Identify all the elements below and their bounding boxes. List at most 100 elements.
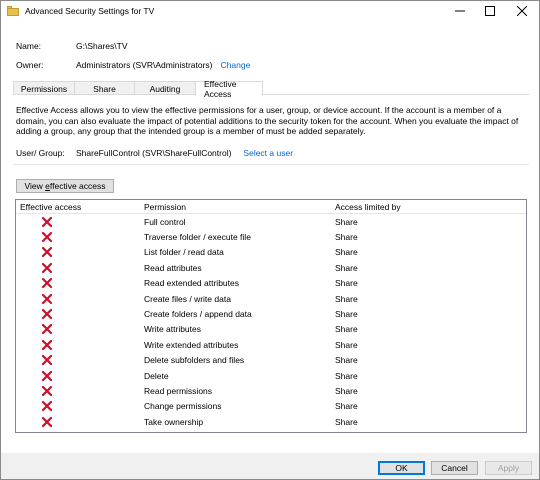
table-row[interactable]: Full control Share: [16, 214, 526, 229]
permission-cell: Take ownership: [144, 416, 204, 427]
effective-access-cell: [16, 416, 144, 427]
deny-x-icon: [42, 339, 52, 350]
effective-access-list[interactable]: Effective access Permission Access limit…: [15, 199, 527, 433]
permission-cell: Read attributes: [144, 262, 202, 273]
deny-x-icon: [42, 309, 52, 320]
user-group-label: User/ Group:: [16, 148, 65, 158]
cancel-button[interactable]: Cancel: [431, 461, 478, 475]
user-group-value: ShareFullControl (SVR\ShareFullControl): [76, 148, 232, 158]
select-user-link[interactable]: Select a user: [243, 148, 293, 158]
permission-cell: Delete subfolders and files: [144, 355, 245, 366]
tab-permissions[interactable]: Permissions: [13, 81, 75, 95]
effective-access-cell: [16, 278, 144, 289]
access-limited-by-cell: Share: [335, 278, 358, 289]
effective-access-cell: [16, 232, 144, 243]
access-limited-by-cell: Share: [335, 216, 358, 227]
deny-x-icon: [42, 401, 52, 412]
name-value: G:\Shares\TV: [76, 41, 128, 51]
permission-cell: Delete: [144, 370, 169, 381]
access-limited-by-cell: Share: [335, 262, 358, 273]
column-header-effective-access[interactable]: Effective access: [16, 202, 144, 212]
permission-cell: Create files / write data: [144, 293, 231, 304]
effective-access-cell: [16, 324, 144, 335]
effective-access-cell: [16, 247, 144, 258]
name-row: Name: G:\Shares\TV: [16, 39, 128, 53]
effective-access-cell: [16, 309, 144, 320]
table-row[interactable]: Take ownership Share: [16, 414, 526, 429]
effective-access-cell: [16, 401, 144, 412]
permission-cell: Create folders / append data: [144, 309, 252, 320]
table-row[interactable]: Read attributes Share: [16, 260, 526, 275]
permission-cell: Read extended attributes: [144, 278, 239, 289]
deny-x-icon: [42, 370, 52, 381]
effective-access-cell: [16, 370, 144, 381]
deny-x-icon: [42, 385, 52, 396]
effective-access-cell: [16, 216, 144, 227]
list-rows: Full control Share Traverse folder / execu…: [16, 214, 526, 429]
minimize-icon[interactable]: [445, 1, 475, 21]
access-limited-by-cell: Share: [335, 247, 358, 258]
deny-x-icon: [42, 416, 52, 427]
deny-x-icon: [42, 262, 52, 273]
table-row[interactable]: Change permissions Share: [16, 399, 526, 414]
maximize-icon[interactable]: [475, 1, 505, 21]
table-row[interactable]: Delete Share: [16, 368, 526, 383]
table-row[interactable]: List folder / read data Share: [16, 245, 526, 260]
tab-panel-border: [13, 94, 529, 95]
permission-cell: Full control: [144, 216, 186, 227]
deny-x-icon: [42, 324, 52, 335]
effective-access-cell: [16, 339, 144, 350]
access-limited-by-cell: Share: [335, 355, 358, 366]
permission-cell: List folder / read data: [144, 247, 224, 258]
access-limited-by-cell: Share: [335, 385, 358, 396]
permission-cell: Write extended attributes: [144, 339, 239, 350]
table-row[interactable]: Delete subfolders and files Share: [16, 353, 526, 368]
access-limited-by-cell: Share: [335, 293, 358, 304]
tab-strip: Permissions Share Auditing Effective Acc…: [13, 79, 263, 99]
deny-x-icon: [42, 278, 52, 289]
name-label: Name:: [16, 41, 42, 51]
owner-row: Owner: Administrators (SVR\Administrator…: [16, 58, 250, 72]
table-row[interactable]: Traverse folder / execute file Share: [16, 229, 526, 244]
table-row[interactable]: Write extended attributes Share: [16, 337, 526, 352]
permission-cell: Read permissions: [144, 385, 213, 396]
effective-access-cell: [16, 293, 144, 304]
title-bar[interactable]: Advanced Security Settings for TV: [1, 1, 539, 21]
tab-share[interactable]: Share: [74, 81, 135, 95]
effective-access-cell: [16, 355, 144, 366]
deny-x-icon: [42, 216, 52, 227]
effective-access-description: Effective Access allows you to view the …: [16, 105, 519, 137]
view-effective-access-button[interactable]: View e ffective access: [16, 179, 114, 193]
effective-access-cell: [16, 385, 144, 396]
deny-x-icon: [42, 232, 52, 243]
separator: [13, 164, 529, 165]
deny-x-icon: [42, 293, 52, 304]
effective-access-cell: [16, 262, 144, 273]
table-row[interactable]: Read permissions Share: [16, 383, 526, 398]
column-header-permission[interactable]: Permission: [144, 202, 335, 212]
user-group-row: User/ Group: ShareFullControl (SVR\Share…: [16, 147, 293, 159]
owner-label: Owner:: [16, 60, 44, 70]
close-icon[interactable]: [505, 1, 539, 21]
table-row[interactable]: Create folders / append data Share: [16, 306, 526, 321]
table-row[interactable]: Write attributes Share: [16, 322, 526, 337]
table-row[interactable]: Create files / write data Share: [16, 291, 526, 306]
deny-x-icon: [42, 355, 52, 366]
view-button-prefix: View: [24, 181, 46, 191]
ok-button[interactable]: OK: [378, 461, 425, 475]
tab-effective-access[interactable]: Effective Access: [195, 79, 263, 99]
access-limited-by-cell: Share: [335, 370, 358, 381]
permission-cell: Change permissions: [144, 401, 222, 412]
deny-x-icon: [42, 247, 52, 258]
change-owner-link[interactable]: Change: [221, 60, 251, 70]
apply-button[interactable]: Apply: [485, 461, 532, 475]
permission-cell: Write attributes: [144, 324, 202, 335]
owner-value: Administrators (SVR\Administrators): [76, 60, 213, 70]
advanced-security-settings-window: Advanced Security Settings for TV Name: …: [0, 0, 540, 480]
access-limited-by-cell: Share: [335, 309, 358, 320]
column-header-access-limited-by[interactable]: Access limited by: [335, 202, 526, 212]
access-limited-by-cell: Share: [335, 339, 358, 350]
table-row[interactable]: Read extended attributes Share: [16, 276, 526, 291]
tab-auditing[interactable]: Auditing: [134, 81, 196, 95]
access-limited-by-cell: Share: [335, 324, 358, 335]
